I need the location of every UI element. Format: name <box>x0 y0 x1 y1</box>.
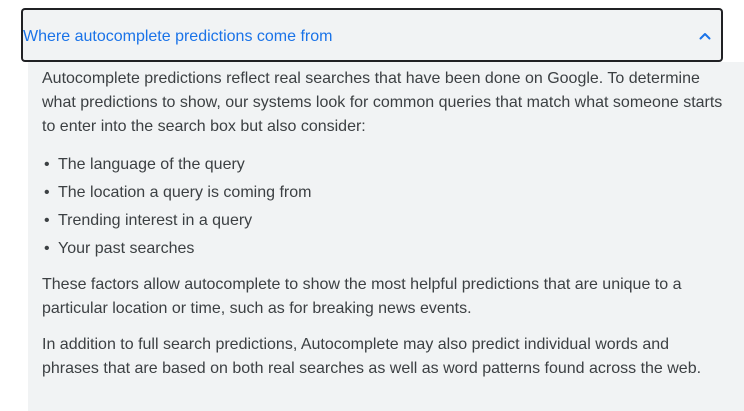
bullet-icon: • <box>44 184 50 201</box>
accordion: Where autocomplete predictions come from… <box>0 0 744 411</box>
bullet-icon: • <box>44 212 50 229</box>
list-item-text: The language of the query <box>58 156 245 173</box>
accordion-title[interactable]: Where autocomplete predictions come from <box>23 27 332 47</box>
list-item: • The language of the query <box>42 151 730 179</box>
accordion-header[interactable]: Where autocomplete predictions come from <box>22 9 722 61</box>
list-item-text: Trending interest in a query <box>58 212 253 229</box>
intro-paragraph: Autocomplete predictions reflect real se… <box>42 70 723 135</box>
factors-list: • The language of the query • The location… <box>42 151 730 263</box>
accordion-panel: Autocomplete predictions reflect real se… <box>28 62 744 411</box>
factors-paragraph: These factors allow autocomplete to show… <box>42 276 682 317</box>
list-item-text: Your past searches <box>58 240 195 257</box>
word-predictions-paragraph: In addition to full search predictions, … <box>42 336 702 377</box>
bullet-icon: • <box>44 156 50 173</box>
list-item: • The location a query is coming from <box>42 179 730 207</box>
chevron-up-icon[interactable] <box>697 28 713 44</box>
bullet-icon: • <box>44 240 50 257</box>
list-item-text: The location a query is coming from <box>58 184 312 201</box>
list-item: • Trending interest in a query <box>42 207 730 235</box>
list-item: • Your past searches <box>42 235 730 263</box>
